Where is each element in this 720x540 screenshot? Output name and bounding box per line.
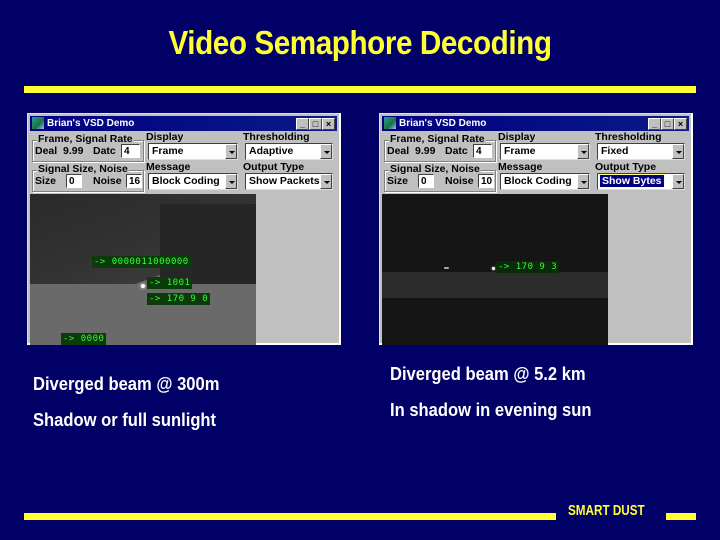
app-icon: [384, 117, 396, 129]
frame-signal-rate-group: Frame, Signal Rate Deal 9.99 Datc 4: [32, 133, 144, 162]
group-label: Frame, Signal Rate: [389, 133, 486, 145]
title-divider: [24, 86, 696, 93]
output-type-value: Show Bytes: [599, 174, 665, 188]
reference-spot: [444, 267, 449, 269]
noise-label: Noise: [445, 175, 474, 187]
minimize-button[interactable]: _: [296, 118, 309, 130]
slide-title: Video Semaphore Decoding: [168, 24, 552, 61]
thresholding-label: Thresholding: [243, 131, 310, 143]
noise-input[interactable]: 16: [126, 174, 142, 188]
data-label: Datc: [93, 145, 116, 157]
thresholding-value: Adaptive: [249, 145, 294, 157]
output-type-label: Output Type: [243, 161, 305, 173]
display-value: Frame: [152, 145, 184, 157]
caption-right-line1: Diverged beam @ 5.2 km: [390, 364, 586, 384]
frame-signal-rate-group: Frame, Signal Rate Deal 9.99 Datc 4: [384, 133, 496, 162]
data-label: Datc: [445, 145, 468, 157]
display-value: Frame: [504, 145, 536, 157]
output-type-select[interactable]: Show Bytes: [597, 173, 685, 190]
rate-label: Deal: [387, 145, 410, 157]
noise-label: Noise: [93, 175, 122, 187]
app-icon: [32, 117, 44, 129]
decoded-overlay: -> 0000011000000: [92, 256, 191, 268]
size-input[interactable]: 0: [418, 174, 434, 188]
beacon-spot: [141, 284, 145, 288]
chevron-down-icon[interactable]: [225, 174, 237, 189]
beacon-spot: [492, 267, 495, 270]
caption-left-line1: Diverged beam @ 300m: [33, 374, 220, 394]
message-value: Block Coding: [152, 175, 220, 187]
size-label: Size: [35, 175, 57, 187]
thresholding-value: Fixed: [601, 145, 629, 157]
scene-horizon: [382, 272, 608, 298]
window-titlebar[interactable]: Brian's VSD Demo _ □ ×: [382, 116, 689, 131]
maximize-button[interactable]: □: [309, 118, 322, 130]
chevron-down-icon[interactable]: [320, 144, 332, 159]
message-value: Block Coding: [504, 175, 572, 187]
signal-size-noise-group: Signal Size, Noise Size 0 Noise 10: [384, 163, 496, 192]
message-select[interactable]: Block Coding: [500, 173, 590, 190]
rate-value: 9.99: [63, 145, 84, 157]
display-select[interactable]: Frame: [500, 143, 590, 160]
group-label: Signal Size, Noise: [37, 163, 129, 175]
decoded-overlay: -> 1001: [147, 277, 193, 289]
message-label: Message: [146, 161, 191, 173]
size-input[interactable]: 0: [66, 174, 82, 188]
group-label: Frame, Signal Rate: [37, 133, 134, 145]
size-label: Size: [387, 175, 409, 187]
close-button[interactable]: ×: [674, 118, 687, 130]
message-select[interactable]: Block Coding: [148, 173, 238, 190]
chevron-down-icon[interactable]: [320, 174, 332, 189]
output-type-select[interactable]: Show Packets: [245, 173, 333, 190]
rate-label: Deal: [35, 145, 58, 157]
footer-divider: [24, 513, 556, 520]
message-label: Message: [498, 161, 543, 173]
data-input[interactable]: 4: [473, 144, 492, 158]
thresholding-select[interactable]: Adaptive: [245, 143, 333, 160]
vsd-demo-window-right: Brian's VSD Demo _ □ × Frame, Signal Rat…: [379, 113, 693, 345]
noise-input[interactable]: 10: [478, 174, 494, 188]
close-button[interactable]: ×: [322, 118, 335, 130]
chevron-down-icon[interactable]: [672, 174, 684, 189]
display-label: Display: [146, 131, 184, 143]
video-frame: -> 170 9 3: [382, 194, 608, 345]
data-input[interactable]: 4: [121, 144, 140, 158]
output-type-label: Output Type: [595, 161, 657, 173]
group-label: Signal Size, Noise: [389, 163, 481, 175]
window-title: Brian's VSD Demo: [47, 118, 135, 129]
maximize-button[interactable]: □: [661, 118, 674, 130]
display-label: Display: [498, 131, 536, 143]
thresholding-select[interactable]: Fixed: [597, 143, 685, 160]
window-title: Brian's VSD Demo: [399, 118, 487, 129]
rate-value: 9.99: [415, 145, 436, 157]
window-titlebar[interactable]: Brian's VSD Demo _ □ ×: [30, 116, 337, 131]
decoded-overlay: -> 170 9 0: [147, 293, 211, 305]
output-type-value: Show Packets: [249, 175, 320, 187]
thresholding-label: Thresholding: [595, 131, 662, 143]
minimize-button[interactable]: _: [648, 118, 661, 130]
vsd-demo-window-left: Brian's VSD Demo _ □ × Frame, Signal Rat…: [27, 113, 341, 345]
chevron-down-icon[interactable]: [577, 144, 589, 159]
decoded-overlay: -> 170 9 3: [496, 261, 560, 273]
signal-size-noise-group: Signal Size, Noise Size 0 Noise 16: [32, 163, 144, 192]
chevron-down-icon[interactable]: [225, 144, 237, 159]
display-select[interactable]: Frame: [148, 143, 238, 160]
chevron-down-icon[interactable]: [672, 144, 684, 159]
chevron-down-icon[interactable]: [577, 174, 589, 189]
decoded-overlay: -> 0000: [61, 333, 107, 345]
video-frame: -> 0000011000000 -> 1001 -> 170 9 0 -> 0…: [30, 194, 256, 345]
footer-brand: SMART DUST: [568, 502, 645, 519]
caption-left-line2: Shadow or full sunlight: [33, 410, 217, 430]
caption-right-line2: In shadow in evening sun: [390, 400, 592, 420]
footer-divider-end: [666, 513, 696, 520]
